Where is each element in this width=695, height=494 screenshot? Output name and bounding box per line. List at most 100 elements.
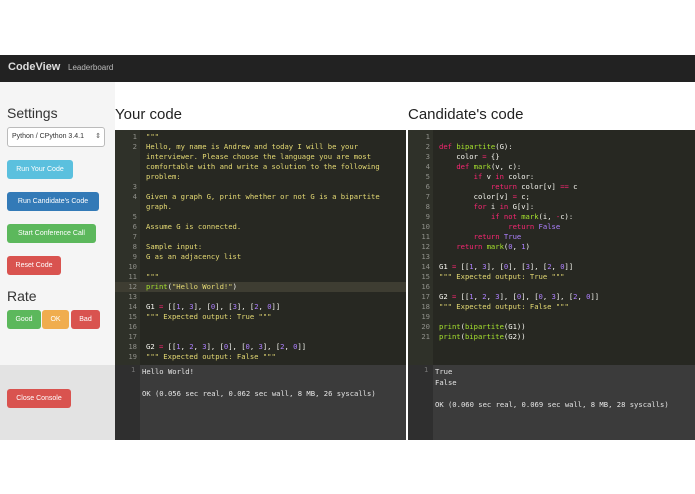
candidate-code-editor[interactable]: 1 2 def bipartite(G): 3 color = {} 4 def mar… bbox=[408, 130, 695, 365]
code-line: 19 bbox=[408, 312, 695, 322]
console-line: True bbox=[435, 367, 453, 376]
code-line: 14 G1 = [[1, 3], [0], [3], [2, 0]] bbox=[408, 262, 695, 272]
nav-leaderboard-link[interactable]: Leaderboard bbox=[68, 63, 113, 72]
line-number: 2 bbox=[425, 142, 430, 151]
line-text: graph. bbox=[146, 202, 172, 211]
language-select[interactable]: Python / CPython 3.4.1 ⇕ bbox=[7, 127, 105, 147]
rate-heading: Rate bbox=[7, 288, 37, 304]
line-text: color = {} bbox=[439, 152, 500, 161]
code-line: 1 """ bbox=[115, 132, 406, 142]
line-number: 20 bbox=[421, 322, 430, 331]
line-text: return mark(0, 1) bbox=[456, 242, 530, 251]
code-line: 14 G1 = [[1, 3], [0], [3], [2, 0]] bbox=[115, 302, 406, 312]
code-line: 9 G as an adjacency list bbox=[115, 252, 406, 262]
reset-code-button[interactable]: Reset Code bbox=[7, 256, 61, 275]
code-line: 4 Given a graph G, print whether or not G… bbox=[115, 192, 406, 202]
line-text: return color[v] == c bbox=[490, 182, 578, 191]
code-line: 10 return False bbox=[408, 222, 695, 232]
line-text: color[v] = c; bbox=[439, 192, 530, 201]
code-line: 18 """ Expected output: False """ bbox=[408, 302, 695, 312]
line-number: 11 bbox=[421, 232, 430, 241]
code-line: 8 Sample input: bbox=[115, 242, 406, 252]
console-line: Hello World! bbox=[142, 367, 194, 376]
brand-logo[interactable]: CodeView bbox=[8, 61, 60, 73]
line-text: """ bbox=[146, 132, 159, 141]
line-text: print("Hello World!") bbox=[146, 282, 237, 291]
code-line: 15 """ Expected output: True """ bbox=[408, 272, 695, 282]
line-number: 9 bbox=[132, 252, 137, 261]
line-text: """ Expected output: False """ bbox=[146, 352, 276, 361]
line-text: G2 = [[1, 2, 3], [0], [0, 3], [2, 0]] bbox=[146, 342, 307, 351]
code-line: 7 color[v] = c; bbox=[408, 192, 695, 202]
line-text: G as an adjacency list bbox=[146, 252, 242, 261]
code-line: 12 print("Hello World!") bbox=[115, 282, 406, 292]
line-number: 15 bbox=[421, 272, 430, 281]
code-line: 6 return color[v] == c bbox=[408, 182, 695, 192]
line-number: 14 bbox=[421, 262, 430, 271]
code-lines: 1 2 def bipartite(G): 3 color = {} 4 def mar… bbox=[408, 132, 695, 342]
code-line: 16 bbox=[115, 322, 406, 332]
code-line: 5 bbox=[115, 212, 406, 222]
code-line: 20 print(bipartite(G1)) bbox=[408, 322, 695, 332]
line-number: 13 bbox=[128, 292, 137, 301]
line-number: 13 bbox=[421, 252, 430, 261]
code-line: 15 """ Expected output: True """ bbox=[115, 312, 406, 322]
code-line: 16 bbox=[408, 282, 695, 292]
line-number: 12 bbox=[421, 242, 430, 251]
code-line: 4 def mark(v, c): bbox=[408, 162, 695, 172]
code-line: 1 bbox=[408, 132, 695, 142]
code-line: 18 G2 = [[1, 2, 3], [0], [0, 3], [2, 0]] bbox=[115, 342, 406, 352]
start-conference-call-button[interactable]: Start Conference Call bbox=[7, 224, 96, 243]
line-text: comfortable with and write a solution to… bbox=[146, 162, 380, 171]
code-line: 5 if v in color: bbox=[408, 172, 695, 182]
line-number: 17 bbox=[421, 292, 430, 301]
line-number: 5 bbox=[132, 212, 137, 221]
line-number: 7 bbox=[425, 192, 430, 201]
line-number: 4 bbox=[132, 192, 137, 201]
settings-heading: Settings bbox=[7, 105, 58, 121]
select-arrows-icon: ⇕ bbox=[95, 133, 101, 140]
line-number: 1 bbox=[132, 132, 137, 141]
code-line: 7 bbox=[115, 232, 406, 242]
line-number: 19 bbox=[128, 352, 137, 361]
line-number: 5 bbox=[425, 172, 430, 181]
language-select-value: Python / CPython 3.4.1 bbox=[12, 133, 84, 140]
rate-ok-button[interactable]: OK bbox=[42, 310, 69, 329]
code-line: 9 if not mark(i, -c): bbox=[408, 212, 695, 222]
line-text: print(bipartite(G2)) bbox=[439, 332, 526, 341]
line-text: Sample input: bbox=[146, 242, 203, 251]
your-code-editor[interactable]: 1 """ 2 Hello, my name is Andrew and today … bbox=[115, 130, 406, 365]
code-line: 6 Assume G is connected. bbox=[115, 222, 406, 232]
line-text: """ bbox=[146, 272, 159, 281]
line-text: def mark(v, c): bbox=[456, 162, 522, 171]
line-number: 3 bbox=[425, 152, 430, 161]
console-gutter bbox=[408, 365, 433, 440]
code-line: 19 """ Expected output: False """ bbox=[115, 352, 406, 362]
console-line-number: 1 bbox=[131, 366, 136, 374]
close-console-button[interactable]: Close Console bbox=[7, 389, 71, 408]
line-number: 7 bbox=[132, 232, 137, 241]
code-line: 10 bbox=[115, 262, 406, 272]
run-your-code-button[interactable]: Run Your Code bbox=[7, 160, 73, 179]
line-number: 12 bbox=[128, 282, 137, 291]
line-text: Hello, my name is Andrew and today I wil… bbox=[146, 142, 359, 151]
code-line: 2 Hello, my name is Andrew and today I wi… bbox=[115, 142, 406, 152]
line-text: return False bbox=[508, 222, 561, 231]
line-text: if not mark(i, -c): bbox=[490, 212, 574, 221]
line-number: 15 bbox=[128, 312, 137, 321]
console-line: False bbox=[435, 378, 457, 387]
rate-good-button[interactable]: Good bbox=[7, 310, 41, 329]
rate-bad-button[interactable]: Bad bbox=[71, 310, 100, 329]
console-gutter bbox=[115, 365, 140, 440]
line-text: """ Expected output: False """ bbox=[439, 302, 569, 311]
code-line: graph. bbox=[115, 202, 406, 212]
line-number: 6 bbox=[425, 182, 430, 191]
run-candidate-code-button[interactable]: Run Candidate's Code bbox=[7, 192, 99, 211]
line-number: 11 bbox=[128, 272, 137, 281]
line-text: for i in G[v]: bbox=[473, 202, 535, 211]
code-line: comfortable with and write a solution to… bbox=[115, 162, 406, 172]
line-text: """ Expected output: True """ bbox=[439, 272, 565, 281]
line-text: problem: bbox=[146, 172, 181, 181]
line-number: 14 bbox=[128, 302, 137, 311]
line-number: 10 bbox=[421, 222, 430, 231]
